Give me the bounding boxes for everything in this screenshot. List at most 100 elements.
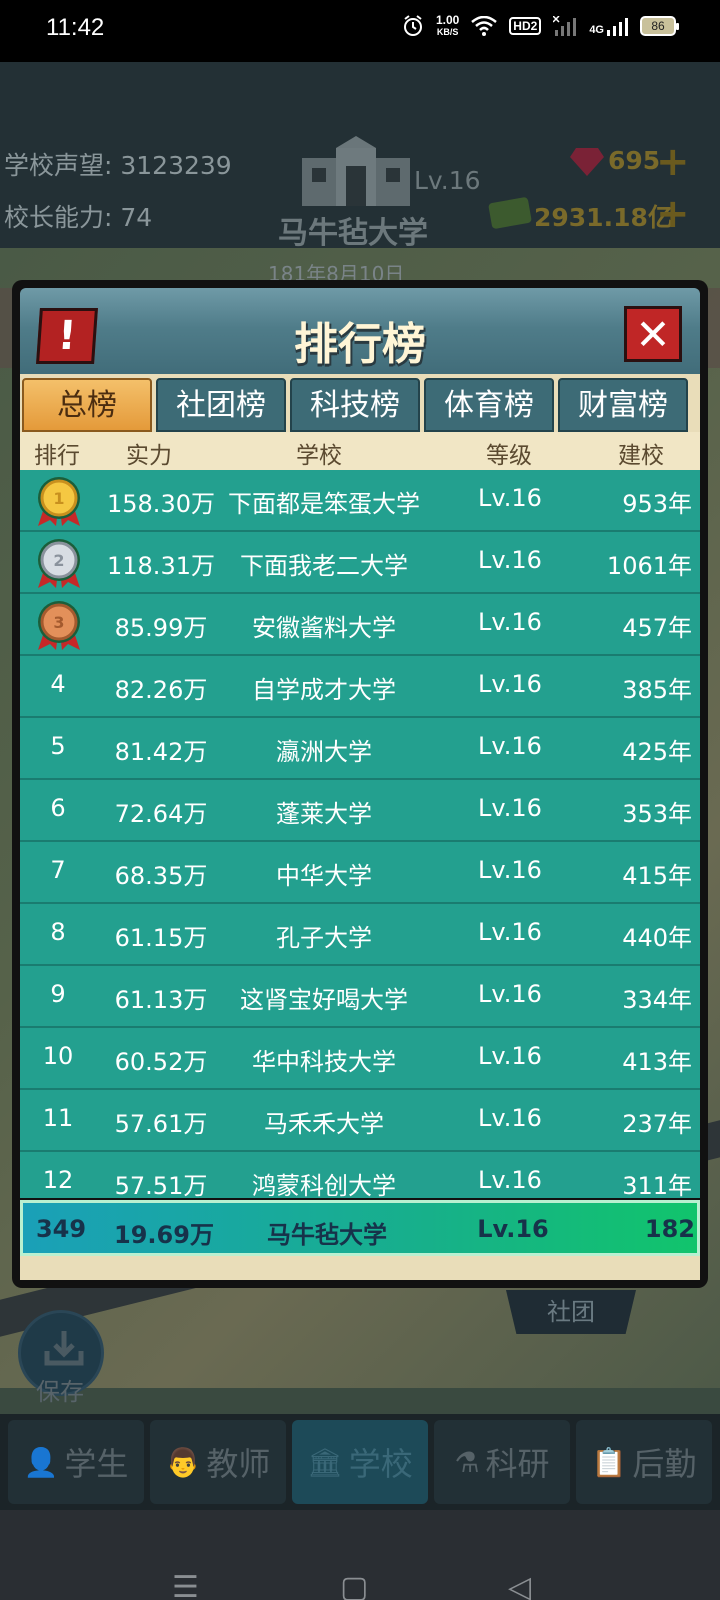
modal-footer (20, 1256, 700, 1280)
level-cell: Lv.16 (478, 856, 542, 884)
level-cell: Lv.16 (478, 1042, 542, 1070)
exclamation-icon: ! (56, 313, 78, 359)
founded-cell: 353年 (622, 800, 692, 828)
money-count: 2931.18亿 (534, 203, 673, 232)
club-button[interactable]: 社团 (506, 1290, 636, 1334)
level-cell: Lv.16 (478, 794, 542, 822)
info-button[interactable]: ! (36, 308, 98, 364)
rank-cell: 12 (42, 1166, 74, 1194)
table-row[interactable]: 10 60.52万 华中科技大学 Lv.16 413年 (20, 1028, 700, 1091)
add-gems-button[interactable]: + (656, 142, 690, 182)
school-cell: 鸿蒙科创大学 (252, 1172, 396, 1198)
table-row[interactable]: 385.99万安徽酱料大学Lv.16457年3 (20, 594, 700, 657)
school-building-icon (302, 136, 410, 206)
founded-cell: 385年 (622, 676, 692, 704)
power-cell: 57.61万 (114, 1110, 208, 1138)
save-label: 保存 (36, 1378, 84, 1406)
modal-header: 排行榜 ! ✕ (20, 288, 700, 388)
research-icon: ⚗ (454, 1445, 480, 1479)
col-rank: 排行 (34, 443, 80, 469)
download-icon (44, 1331, 84, 1366)
tab-sports[interactable]: 体育榜 (424, 378, 554, 432)
table-row[interactable]: 7 68.35万 中华大学 Lv.16 415年 (20, 842, 700, 905)
power-cell: 61.15万 (114, 924, 208, 952)
founded-cell: 457年 (622, 614, 692, 642)
founded-cell: 237年 (622, 1110, 692, 1138)
wifi-icon (471, 16, 498, 36)
medal-rank: 2 (53, 551, 64, 570)
menu-icon[interactable]: ☰ (172, 1570, 199, 1600)
rank-cell: 9 (50, 980, 66, 1008)
tab-bar: 总榜 社团榜 科技榜 体育榜 财富榜 (22, 378, 688, 432)
table-row[interactable]: 6 72.64万 蓬莱大学 Lv.16 353年 (20, 780, 700, 843)
founded-cell: 334年 (622, 986, 692, 1014)
power-cell: 82.26万 (114, 676, 208, 704)
my-school: 马牛毡大学 (267, 1221, 387, 1249)
power-cell: 158.30万 (107, 490, 215, 518)
signal-2: 4G (589, 16, 628, 36)
rank-cell: 8 (50, 918, 66, 946)
founded-cell: 1061年 (606, 552, 692, 580)
founded-cell: 311年 (622, 1172, 692, 1198)
level-cell: Lv.16 (478, 608, 542, 636)
my-school-row[interactable]: 349 19.69万 马牛毡大学 Lv.16 182 (20, 1200, 700, 1256)
rank-cell: 10 (42, 1042, 74, 1070)
founded-cell: 415年 (622, 862, 692, 890)
modal-title: 排行榜 (294, 319, 426, 370)
table-row[interactable]: 2118.31万下面我老二大学Lv.161061年2 (20, 532, 700, 595)
signal-2-icon (607, 18, 628, 36)
tab-wealth[interactable]: 财富榜 (558, 378, 688, 432)
student-icon: 👤 (23, 1445, 59, 1479)
logistics-icon: 📋 (591, 1445, 627, 1479)
my-rank: 349 (35, 1215, 87, 1243)
table-row[interactable]: 4 82.26万 自学成才大学 Lv.16 385年 (20, 656, 700, 719)
nav-teachers[interactable]: 👨 教师 (150, 1420, 286, 1504)
col-founded: 建校 (618, 443, 664, 469)
rank-cell: 4 (50, 670, 66, 698)
power-cell: 72.64万 (114, 800, 208, 828)
medal-rank: 3 (53, 613, 64, 632)
school-cell: 安徽酱料大学 (252, 614, 396, 642)
ability-label: 校长能力: 74 (4, 203, 153, 232)
table-row[interactable]: 12 57.51万 鸿蒙科创大学 Lv.16 311年 (20, 1152, 700, 1198)
power-cell: 81.42万 (114, 738, 208, 766)
tab-overall[interactable]: 总榜 (22, 378, 152, 432)
status-bar: 11:42 1.00 KB/S HD2 4G 86 (0, 0, 720, 62)
tab-club[interactable]: 社团榜 (156, 378, 286, 432)
hd-badge: HD2 (509, 17, 542, 35)
school-cell: 华中科技大学 (252, 1048, 396, 1076)
table-row[interactable]: 8 61.15万 孔子大学 Lv.16 440年 (20, 904, 700, 967)
school-cell: 下面都是笨蛋大学 (228, 490, 420, 518)
home-icon[interactable]: ▢ (340, 1570, 368, 1600)
table-row[interactable]: 5 81.42万 瀛洲大学 Lv.16 425年 (20, 718, 700, 781)
nav-students[interactable]: 👤 学生 (8, 1420, 144, 1504)
nav-research-label: 科研 (485, 1445, 550, 1483)
table-row[interactable]: 11 57.61万 马禾禾大学 Lv.16 237年 (20, 1090, 700, 1153)
add-money-button[interactable]: + (656, 194, 690, 234)
tab-tech[interactable]: 科技榜 (290, 378, 420, 432)
nav-research[interactable]: ⚗ 科研 (434, 1420, 570, 1504)
silver-medal-icon: 2 (38, 539, 80, 588)
school-level: Lv.16 (414, 166, 481, 195)
founded-cell: 413年 (622, 1048, 692, 1076)
status-icons: 1.00 KB/S HD2 4G 86 (402, 14, 679, 38)
level-cell: Lv.16 (478, 918, 542, 946)
nav-logistics[interactable]: 📋 后勤 (576, 1420, 712, 1504)
my-level: Lv.16 (477, 1215, 549, 1243)
my-founded: 182 (644, 1215, 695, 1243)
close-button[interactable]: ✕ (624, 306, 682, 362)
level-cell: Lv.16 (478, 670, 542, 698)
table-row[interactable]: 1158.30万下面都是笨蛋大学Lv.16953年1 (20, 470, 700, 533)
leaderboard-list[interactable]: 1 158.30万下面都是笨蛋大学 Lv.16 953年 12 118.31万下面我老二大… (20, 470, 700, 1198)
gem-count: 695 (608, 146, 661, 175)
founded-cell: 425年 (622, 738, 692, 766)
rank-cell: 7 (50, 856, 66, 884)
table-row[interactable]: 9 61.13万 这肾宝好喝大学 Lv.16 334年 (20, 966, 700, 1029)
school-cell: 马禾禾大学 (264, 1110, 384, 1138)
bottom-nav: 👤 学生 👨 教师 🏛 学校 ⚗ 科研 📋 后勤 (0, 1414, 720, 1510)
school-cell: 自学成才大学 (252, 676, 396, 704)
nav-school[interactable]: 🏛 学校 (292, 1420, 428, 1504)
nav-students-label: 学生 (64, 1445, 129, 1483)
school-icon: 🏛 (307, 1445, 343, 1479)
back-icon[interactable]: ◁ (508, 1570, 531, 1600)
